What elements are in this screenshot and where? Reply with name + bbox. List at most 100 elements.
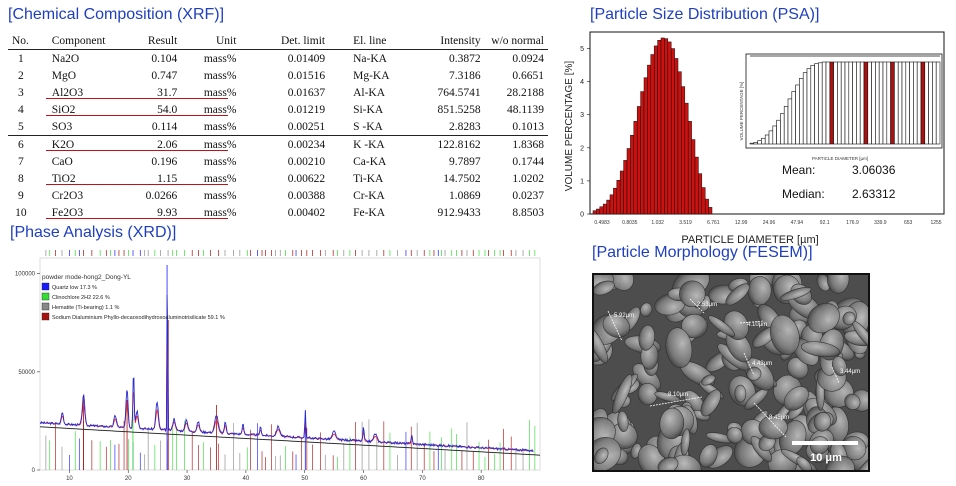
cell-wo-normal: 0.0924 bbox=[512, 52, 544, 65]
cell-unit: mass% bbox=[203, 52, 237, 65]
psa-bar bbox=[677, 71, 682, 215]
inset-bar bbox=[791, 91, 796, 145]
psa-bar bbox=[684, 102, 689, 215]
highlight-fe2o3 bbox=[46, 218, 228, 219]
inset-bar bbox=[897, 61, 903, 145]
inset-bar bbox=[935, 61, 941, 145]
cell-result: 0.104 bbox=[151, 52, 178, 65]
psa-bar bbox=[602, 203, 607, 215]
cell-unit: mass% bbox=[203, 120, 237, 133]
psa-xtick: 0.4983 bbox=[594, 220, 610, 226]
cell-det-limit: 0.00388 bbox=[287, 189, 326, 202]
cell-result: 0.747 bbox=[151, 69, 178, 82]
cell-component: SO3 bbox=[51, 120, 73, 133]
xrd-xtick: 10 bbox=[66, 476, 73, 480]
psa-bar bbox=[613, 187, 618, 215]
mean-value: 3.06036 bbox=[852, 163, 896, 177]
inset-bar bbox=[764, 134, 770, 145]
measurement-label: 3.44μm bbox=[840, 369, 860, 375]
cell-intensity: 122.8162 bbox=[420, 135, 485, 153]
cell-det-limit: 0.01516 bbox=[287, 69, 326, 82]
psa-ytick: 1 bbox=[580, 178, 584, 185]
xrd-xtick: 30 bbox=[184, 476, 191, 480]
fesem-image: 5.92μm 2.53μm 4.10μm 4.43μm 8.10μm 8.45μm 3.44… bbox=[594, 275, 868, 470]
cell-component: CaO bbox=[51, 155, 73, 168]
psa-bar bbox=[664, 38, 669, 215]
xrd-ytick: 0 bbox=[32, 468, 36, 474]
cell-det-limit: 0.01409 bbox=[287, 52, 326, 65]
inset-bar bbox=[844, 61, 850, 145]
legend-swatch bbox=[41, 282, 50, 291]
cell-wo-normal: 0.6651 bbox=[512, 69, 544, 82]
psa-xtick: 47.94 bbox=[791, 220, 804, 226]
inset-bar bbox=[916, 61, 922, 145]
table-row: 1 Na2O 0.104 mass% 0.01409 Na-KA 0.3872 0.0924 bbox=[8, 50, 548, 68]
table-row: 2 MgO 0.747 mass% 0.01516 Mg-KA 7.3186 0.6651 bbox=[8, 67, 548, 84]
psa-bar bbox=[667, 41, 672, 215]
psa-xtick: 92.1 bbox=[820, 220, 830, 226]
table-row: 5 SO3 0.114 mass% 0.00251 S -KA 2.8283 0.1013 bbox=[8, 118, 548, 136]
psa-xtick: 24.96 bbox=[763, 220, 776, 226]
inset-bar bbox=[821, 61, 827, 145]
cell-unit: mass% bbox=[203, 155, 237, 168]
legend-label: Quartz low 17.3 % bbox=[52, 285, 97, 291]
psa-bar bbox=[670, 48, 675, 215]
cell-wo-normal: 28.2188 bbox=[506, 86, 544, 99]
inset-bar bbox=[795, 84, 800, 145]
inset-bar bbox=[867, 61, 872, 145]
cell-no: 8 bbox=[18, 172, 24, 185]
cell-no: 9 bbox=[18, 189, 24, 202]
cell-result: 0.196 bbox=[151, 155, 178, 168]
psa-xlabel: PARTICLE DIAMETER [µm] bbox=[681, 234, 818, 246]
cell-el-line: S -KA bbox=[353, 120, 383, 133]
psa-bar bbox=[647, 64, 652, 215]
xrf-table: No. Component Result Unit Det. limit El.… bbox=[8, 32, 548, 221]
measurement-label: 8.45μm bbox=[769, 415, 789, 421]
inset-bar bbox=[768, 130, 774, 145]
cell-intensity: 2.8283 bbox=[449, 120, 481, 133]
highlight-tio2 bbox=[46, 184, 228, 185]
inset-bar bbox=[848, 61, 853, 145]
legend-label: Clinochlore 2H2 22.6 % bbox=[52, 295, 110, 301]
cell-unit: mass% bbox=[203, 69, 237, 82]
psa-bar bbox=[691, 139, 696, 215]
inset-bar bbox=[761, 137, 766, 145]
xrd-xtick: 40 bbox=[243, 476, 250, 480]
cell-wo-normal: 48.1139 bbox=[507, 103, 544, 116]
cell-intensity: 9.7897 bbox=[449, 155, 481, 168]
inset-bar bbox=[810, 64, 815, 145]
xrd-xtick: 20 bbox=[125, 476, 132, 480]
psa-heading: [Particle Size Distribution (PSA)] bbox=[590, 6, 820, 23]
cell-wo-normal: 1.8368 bbox=[484, 135, 548, 153]
xrd-ytick: 50000 bbox=[18, 370, 35, 376]
inset-bar bbox=[840, 61, 846, 145]
inset-bar bbox=[783, 105, 789, 145]
measurement-label: 5.92μm bbox=[614, 313, 634, 319]
cell-result: 0.114 bbox=[151, 120, 178, 133]
inset-bar bbox=[894, 61, 899, 145]
xrd-title: powder mode-hong2_Dong-YL bbox=[42, 274, 131, 281]
psa-ytick: 5 bbox=[580, 46, 584, 53]
xrf-header-row: No. Component Result Unit Det. limit El.… bbox=[8, 32, 548, 50]
cell-no: 3 bbox=[18, 86, 24, 99]
inset-bar bbox=[871, 61, 876, 145]
table-row: 9 Cr2O3 0.0266 mass% 0.00388 Cr-KA 1.0869 0.023… bbox=[8, 187, 548, 204]
measurement-label: 8.10μm bbox=[668, 392, 688, 398]
cell-intensity: 851.5258 bbox=[437, 103, 481, 116]
median-value: 2.63312 bbox=[852, 187, 896, 201]
inset-bar bbox=[833, 61, 838, 145]
scale-bar bbox=[792, 441, 858, 445]
legend-label: Hematite (Ti-bearing) 1.1 % bbox=[52, 305, 119, 311]
cell-component: Na2O bbox=[51, 52, 80, 65]
cell-result: 0.0266 bbox=[145, 189, 178, 202]
inset-bar bbox=[806, 68, 812, 145]
psa-ytick: 4 bbox=[580, 79, 584, 86]
cell-el-line: Ca-KA bbox=[353, 155, 387, 168]
inset-bar bbox=[780, 113, 785, 145]
cell-intensity: 0.3872 bbox=[449, 52, 481, 65]
psa-bar bbox=[657, 40, 662, 215]
inset-bar bbox=[753, 142, 758, 145]
psa-xtick: 176.9 bbox=[846, 220, 859, 226]
psa-bar bbox=[704, 198, 709, 215]
xrd-ytick: 100000 bbox=[15, 272, 36, 278]
